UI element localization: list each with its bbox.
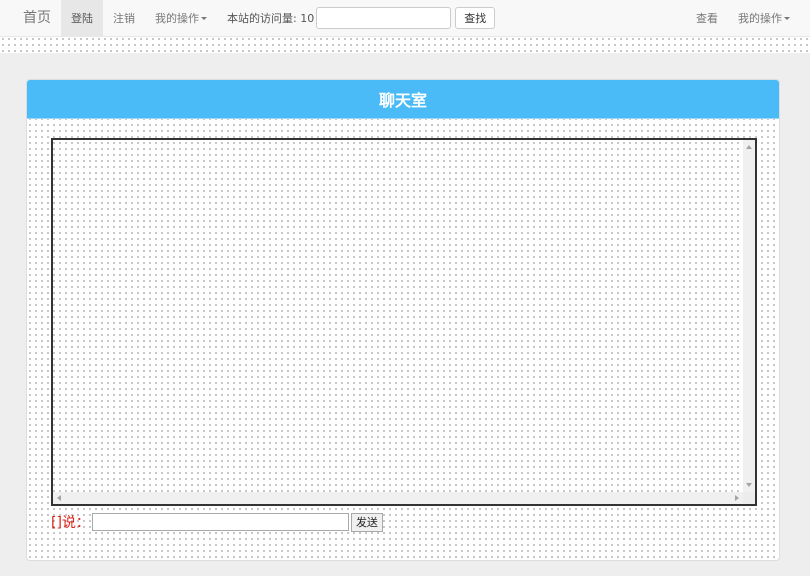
login-link[interactable]: 登陆 [61, 0, 103, 37]
message-composer: []说： 发送 [51, 512, 383, 532]
logout-link[interactable]: 注销 [103, 0, 145, 37]
search-button[interactable]: 查找 [455, 7, 496, 29]
send-button[interactable]: 发送 [350, 512, 383, 532]
chat-panel: 聊天室 []说： 发送 [26, 79, 780, 561]
message-input[interactable] [91, 513, 349, 531]
home-link[interactable]: 首页 [0, 0, 61, 37]
scroll-up-icon[interactable] [746, 145, 752, 149]
panel-title: 聊天室 [378, 91, 427, 110]
search-input[interactable] [316, 7, 452, 29]
visit-count-label: 本站的访问量: 10 [227, 12, 315, 25]
scroll-down-icon[interactable] [746, 483, 752, 487]
chat-messages-area[interactable] [51, 138, 757, 506]
caret-down-icon [201, 17, 207, 20]
my-operations-dropdown[interactable]: 我的操作 [145, 0, 217, 37]
caret-down-icon [784, 17, 790, 20]
my-operations-label: 我的操作 [155, 11, 199, 25]
page: 首页 登陆 注销 我的操作 本站的访问量: 10 查找 查看 我的操作 聊天室 [0, 0, 810, 576]
navbar-right: 查看 我的操作 [686, 0, 810, 37]
panel-heading: 聊天室 [27, 80, 779, 119]
view-link[interactable]: 查看 [686, 0, 728, 37]
say-label: []说： [51, 515, 90, 531]
scrollbar-corner [743, 492, 755, 504]
my-operations-right-dropdown[interactable]: 我的操作 [728, 0, 800, 37]
navbar: 首页 登陆 注销 我的操作 本站的访问量: 10 查找 查看 我的操作 [0, 0, 810, 37]
scroll-right-icon[interactable] [735, 495, 739, 501]
horizontal-scrollbar[interactable] [53, 492, 743, 504]
scroll-left-icon[interactable] [57, 495, 61, 501]
my-operations-right-label: 我的操作 [738, 11, 782, 25]
vertical-scrollbar[interactable] [743, 140, 755, 492]
